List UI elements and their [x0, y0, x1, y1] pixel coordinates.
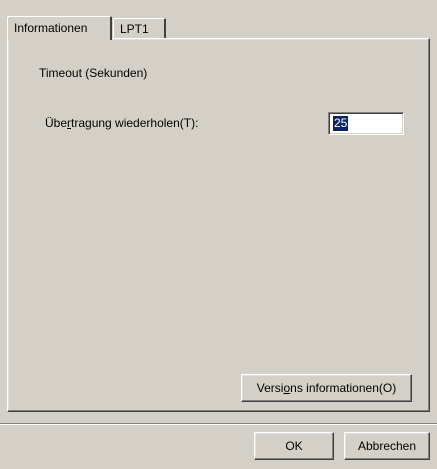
retry-label-part: Übe	[45, 116, 68, 130]
version-info-label-part: ns informationen(O)	[290, 381, 397, 395]
retry-label-part: tragung wiederholen(T):	[71, 116, 199, 130]
retry-input[interactable]: 25	[328, 112, 404, 135]
ok-button[interactable]: OK	[254, 432, 334, 460]
cancel-button[interactable]: Abbrechen	[344, 432, 430, 460]
retry-input-value: 25	[333, 116, 349, 131]
version-info-label-part: Versi	[256, 381, 284, 395]
separator-highlight	[0, 424, 437, 425]
tab-panel	[7, 38, 430, 412]
tab-lpt1[interactable]: LPT1	[113, 18, 166, 39]
retry-label: Übertragung wiederholen(T):	[45, 116, 198, 130]
groupbox-title: Timeout (Sekunden)	[36, 66, 151, 80]
tab-informationen[interactable]: Informationen	[7, 16, 112, 40]
version-info-button[interactable]: Versions informationen(O)	[241, 374, 412, 402]
